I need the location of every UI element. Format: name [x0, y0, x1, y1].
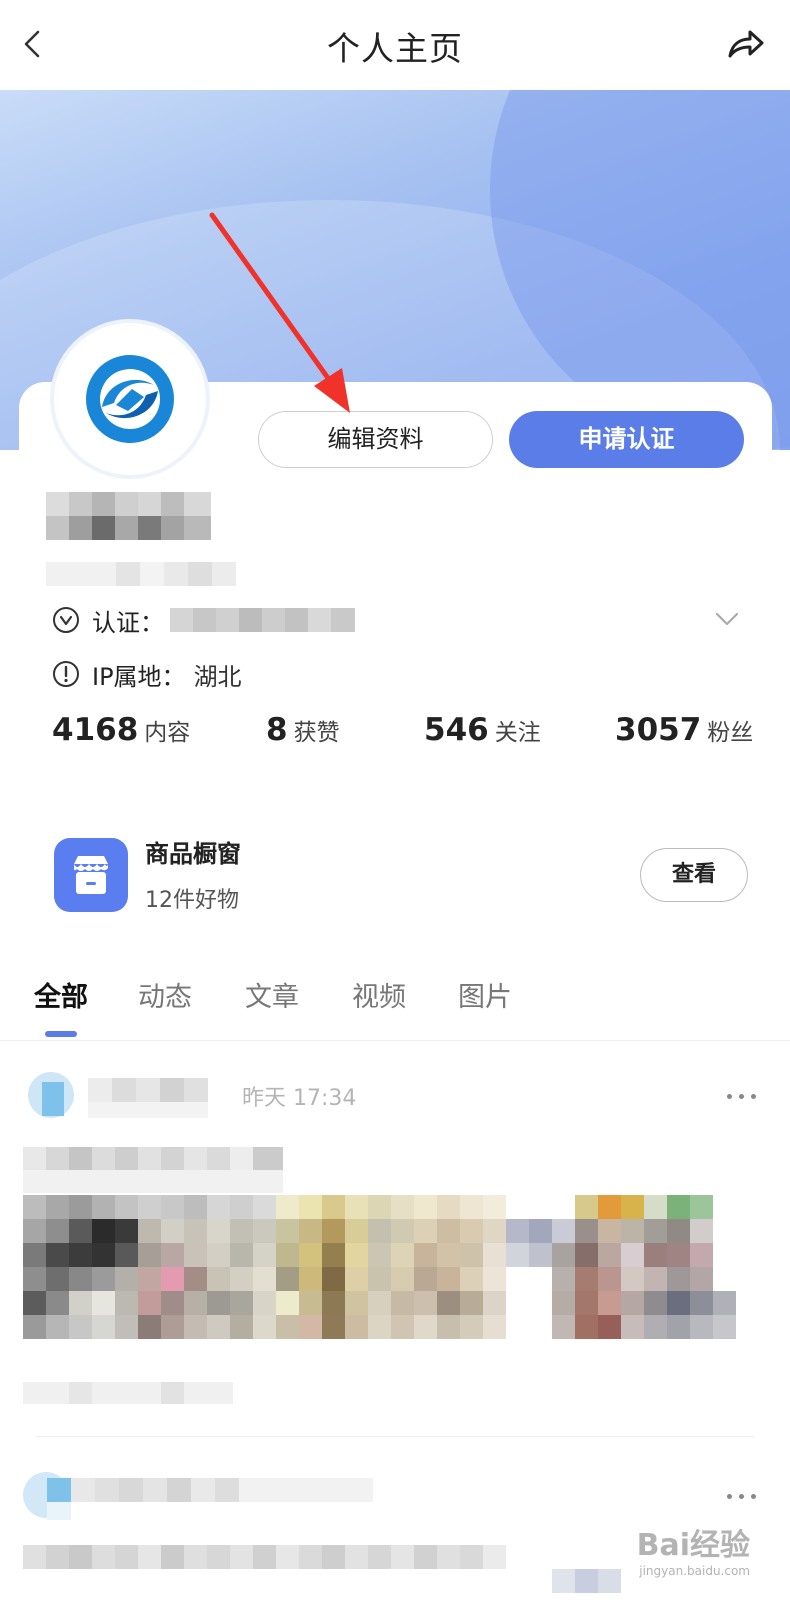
profile-stats: 4168 内容 8 获赞 546 关注 3057 粉丝: [52, 712, 753, 762]
edit-profile-button[interactable]: 编辑资料: [258, 411, 493, 468]
tab-images[interactable]: 图片: [458, 975, 512, 1014]
top-bar: 个人主页: [0, 0, 790, 90]
stat-followers-value: 3057: [615, 712, 702, 748]
watermark: Bai经验 jingyan.baidu.com: [637, 1520, 750, 1578]
stat-content-value: 4168: [52, 712, 139, 748]
tab-articles[interactable]: 文章: [245, 975, 299, 1014]
tabs-divider: [0, 1040, 790, 1041]
page-title: 个人主页: [327, 29, 463, 68]
certification-value-redacted: [170, 608, 355, 632]
stat-content[interactable]: 4168 内容: [52, 712, 190, 748]
stat-following[interactable]: 546 关注: [424, 712, 541, 748]
stat-likes[interactable]: 8 获赞: [266, 712, 340, 748]
chevron-down-icon[interactable]: [714, 606, 740, 632]
stat-following-value: 546: [424, 712, 489, 748]
ip-label: IP属地：: [92, 662, 186, 691]
stat-followers-label: 粉丝: [707, 720, 754, 746]
avatar[interactable]: [54, 323, 206, 475]
tab-videos[interactable]: 视频: [352, 975, 406, 1014]
share-arrow-icon[interactable]: [724, 24, 768, 64]
apply-certification-button[interactable]: 申请认证: [509, 411, 744, 468]
logo-icon: [86, 355, 174, 443]
username-redacted: [46, 492, 211, 540]
watermark-url: jingyan.baidu.com: [639, 1564, 750, 1578]
certification-label: 认证：: [92, 608, 164, 637]
view-store-button[interactable]: 查看: [640, 848, 748, 902]
post-author-redacted-2: [23, 1472, 373, 1522]
post-time: 昨天 17:34: [242, 1086, 357, 1111]
post-text-redacted: [23, 1147, 283, 1193]
stat-likes-label: 获赞: [293, 720, 340, 746]
post-image-redacted: [23, 1195, 751, 1360]
info-exclamation-icon: [53, 661, 79, 687]
ip-location-row: IP属地： 湖北: [52, 654, 242, 694]
post-divider: [36, 1436, 754, 1437]
store-title: 商品橱窗: [145, 840, 241, 868]
tab-all[interactable]: 全部: [34, 975, 88, 1014]
ip-value: 湖北: [193, 662, 242, 691]
more-options-icon[interactable]: [726, 1092, 760, 1102]
profile-page: 个人主页 编辑资料 申请认证 认证： IP属地： 湖北 4168 内容 8 获赞…: [0, 0, 790, 1600]
stat-likes-value: 8: [266, 712, 288, 748]
tab-posts[interactable]: 动态: [138, 975, 192, 1014]
stat-following-label: 关注: [494, 720, 541, 746]
certification-row: 认证：: [52, 600, 355, 640]
post-footer-redacted: [23, 1382, 233, 1404]
active-tab-indicator: [45, 1031, 77, 1037]
stat-followers[interactable]: 3057 粉丝: [615, 712, 753, 748]
stat-content-label: 内容: [144, 720, 191, 746]
content-tabs: 全部 动态 文章 视频 图片: [0, 975, 790, 1035]
user-id-redacted: [46, 562, 236, 586]
verified-check-icon: [53, 607, 79, 633]
watermark-brand: Bai经验: [636, 1528, 750, 1563]
store-icon: [54, 838, 128, 912]
more-options-icon-2[interactable]: [726, 1492, 760, 1502]
store-subtitle: 12件好物: [145, 888, 239, 913]
